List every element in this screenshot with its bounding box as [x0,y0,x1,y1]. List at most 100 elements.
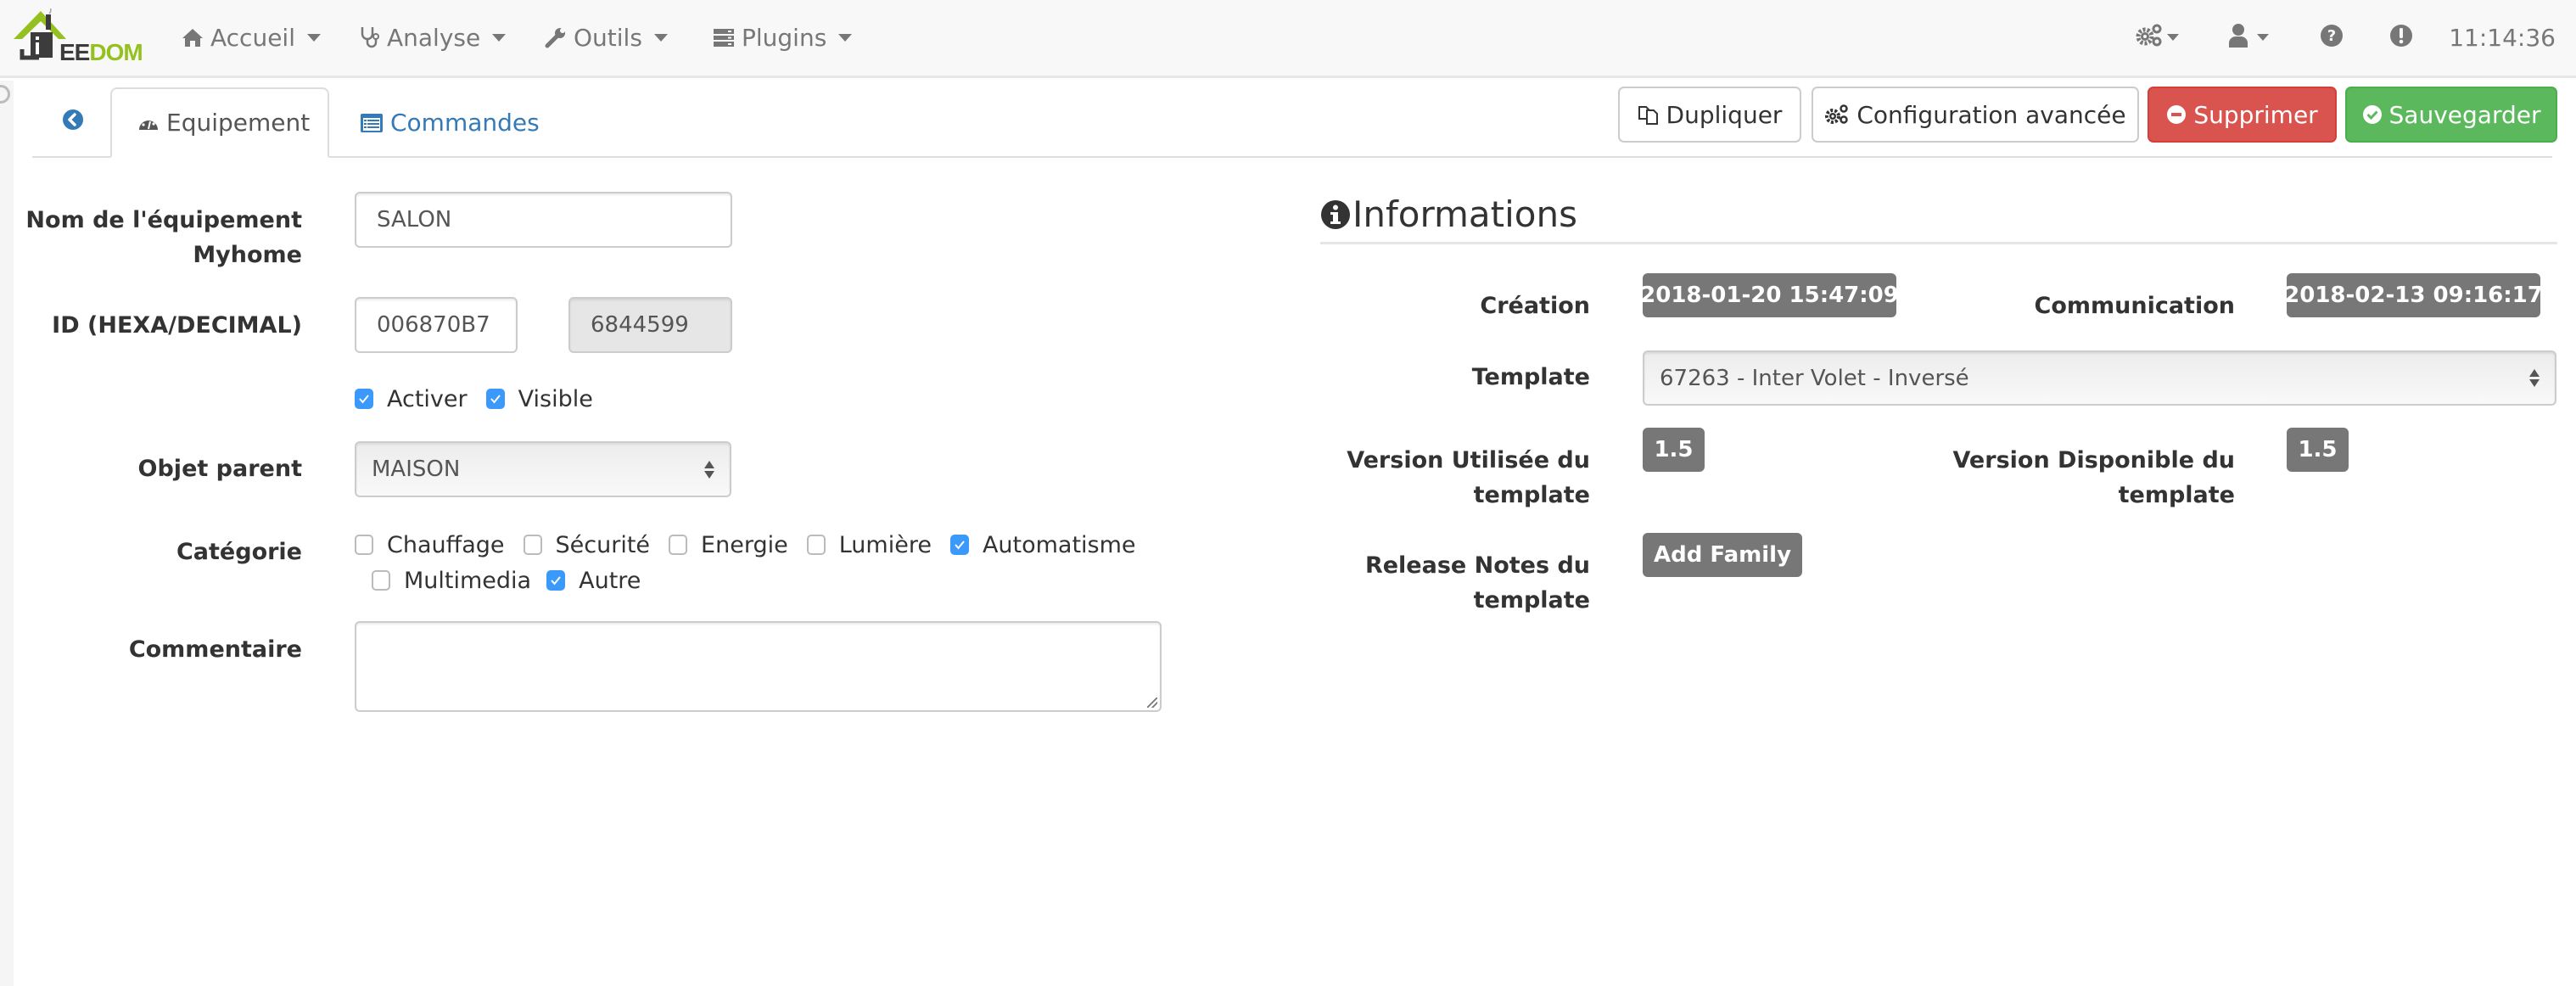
clock: 11:14:36 [2449,23,2556,52]
nav-menu-label: Plugins [742,23,827,52]
delete-button[interactable]: Supprimer [2148,87,2337,143]
enable-visible-row: Activer Visible [355,384,612,414]
wrench-icon [543,25,568,50]
cogs-icon [1824,104,1850,126]
logo-text-accent: DOM [89,39,143,65]
nav-menu-plugins[interactable]: Plugins [711,19,853,56]
visible-label: Visible [518,385,593,412]
tab-equipement[interactable]: Equipement [110,87,329,158]
copy-icon [1638,104,1660,126]
label-line: template [1473,482,1590,508]
button-label: Sauvegarder [2388,100,2541,129]
jeedom-logo[interactable]: EEDOM [12,6,143,65]
category-row-2: Multimedia Autre [372,565,659,596]
tab-label: Equipement [166,109,311,137]
communication-badge: 2018-02-13 09:16:17 [2284,273,2543,317]
back-button[interactable] [56,87,90,158]
category-checkbox-lumiere[interactable] [806,535,826,555]
check-icon [490,395,501,404]
parent-object-label: Objet parent [137,456,302,482]
info-circle-icon [1320,199,1351,230]
info-title-text: Informations [1352,193,1578,235]
category-checkbox-energie[interactable] [669,535,688,555]
button-label: Dupliquer [1666,100,1783,129]
category-label-securite: Sécurité [555,531,651,558]
check-icon [551,576,561,585]
version-used-label: Version Utilisée du template [1324,443,1590,513]
button-label: Configuration avancée [1856,100,2126,129]
parent-object-select[interactable]: MAISON [355,441,731,497]
label-line: Myhome [193,242,302,268]
name-label: Nom de l'équipement Myhome [14,203,302,272]
nav-menu-analyse[interactable]: Analyse [356,19,507,56]
user-icon [2228,23,2248,52]
user-menu[interactable] [2228,22,2269,53]
caret-down-icon [653,33,668,42]
category-label-energie: Energie [701,531,788,558]
release-notes-label: Release Notes du template [1324,548,1590,618]
messages-button[interactable] [2389,22,2413,53]
select-arrows-icon [2529,369,2540,387]
advanced-config-button[interactable]: Configuration avancée [1812,87,2139,143]
save-button[interactable]: Sauvegarder [2345,87,2557,143]
select-arrows-icon [704,460,714,479]
comment-textarea[interactable] [355,621,1162,712]
category-label: Catégorie [176,539,302,565]
category-checkbox-automatisme[interactable] [949,535,969,555]
comment-label: Commentaire [128,636,302,663]
tab-commandes[interactable]: Commandes [360,87,540,158]
enable-label: Activer [387,385,468,412]
tab-label: Commandes [390,109,540,137]
duplicate-button[interactable]: Dupliquer [1618,87,1801,143]
category-label-lumiere: Lumière [838,531,932,558]
check-icon [955,541,965,550]
nav-menu-label: Outils [574,23,642,52]
category-label-multimedia: Multimedia [404,567,532,594]
resize-handle-icon[interactable] [1147,697,1157,708]
logo-text-dark: EE [59,39,90,65]
id-decimal-input: 6844599 [568,297,732,353]
id-hex-input[interactable]: 006870B7 [355,297,518,353]
version-available-badge: 1.5 [2287,428,2349,472]
nav-menu-accueil[interactable]: Accueil [180,19,321,56]
home-icon [180,25,205,50]
id-label: ID (HEXA/DECIMAL) [52,312,302,339]
select-value: MAISON [372,457,461,482]
category-checkbox-multimedia[interactable] [372,570,390,591]
label-line: Nom de l'équipement [25,207,302,233]
category-checkbox-securite[interactable] [523,535,542,555]
question-circle-icon: ? [2320,24,2344,51]
category-checkbox-autre[interactable] [546,570,566,591]
communication-label: Communication [2034,293,2236,319]
version-available-label: Version Disponible du template [1952,447,2235,508]
category-label-chauffage: Chauffage [387,531,505,558]
server-icon [711,25,736,50]
select-value: 67263 - Inter Volet - Inversé [1660,365,1969,391]
check-circle-icon [2362,104,2383,125]
caret-down-icon [306,33,321,42]
creation-badge: 2018-01-20 15:47:09 [1640,273,1899,317]
cogs-icon [2135,23,2164,52]
creation-label: Création [1480,293,1590,319]
info-section-title: Informations [1320,193,1577,235]
visible-checkbox[interactable] [485,389,505,409]
svg-text:?: ? [2327,27,2336,45]
help-button[interactable]: ? [2320,22,2344,53]
category-label-autre: Autre [579,567,641,594]
label-line: template [1473,587,1590,613]
caret-down-icon [492,33,507,42]
equipment-name-input[interactable]: SALON [355,192,732,248]
nav-menu-outils[interactable]: Outils [543,19,668,56]
check-icon [359,395,369,404]
template-label: Template [1471,364,1590,390]
top-navbar: EEDOM Accueil Analyse Outils Plugins ? 1… [0,0,2576,78]
version-used-badge: 1.5 [1643,428,1705,472]
exclamation-circle-icon [2389,24,2413,51]
info-divider [1320,242,2557,244]
system-menu[interactable] [2135,22,2179,53]
category-checkbox-chauffage[interactable] [355,535,373,555]
arrow-circle-left-icon [62,109,84,137]
enable-checkbox[interactable] [355,389,373,409]
template-select[interactable]: 67263 - Inter Volet - Inversé [1643,350,2556,406]
caret-down-icon [2257,34,2269,41]
